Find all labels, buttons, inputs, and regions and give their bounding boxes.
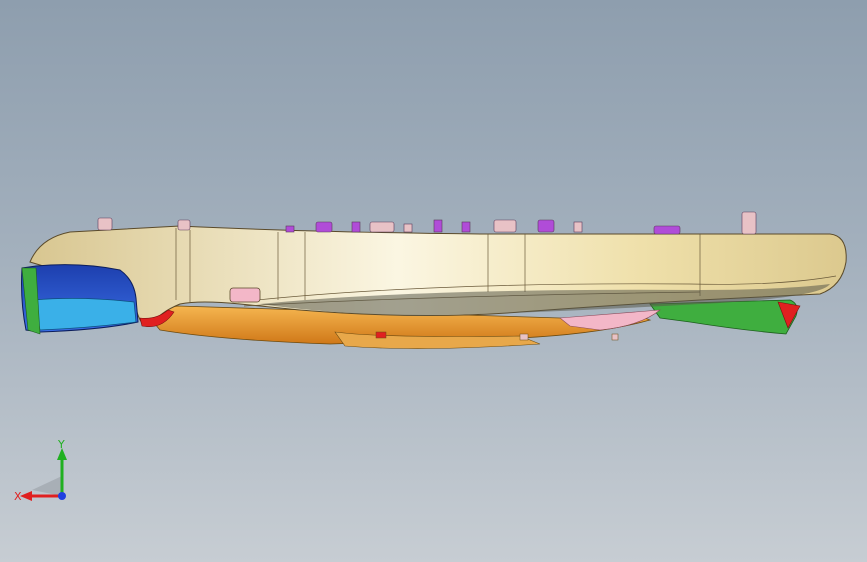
button-magenta-1[interactable] <box>285 225 295 233</box>
button-magenta-2[interactable] <box>315 221 333 233</box>
button-magenta-3[interactable] <box>351 221 361 233</box>
orientation-triad: Y X <box>14 440 67 503</box>
boss-4[interactable] <box>493 219 517 233</box>
button-magenta-7[interactable] <box>653 225 681 235</box>
cad-viewport[interactable]: Y X <box>0 0 867 562</box>
button-pink-2[interactable] <box>573 221 583 233</box>
z-axis-icon <box>58 492 66 500</box>
button-magenta-5[interactable] <box>461 221 471 233</box>
button-magenta-4[interactable] <box>433 219 443 233</box>
cad-model[interactable] <box>0 0 867 562</box>
button-pink-1[interactable] <box>403 223 413 233</box>
boss-3[interactable] <box>369 221 395 233</box>
x-axis-label: X <box>14 490 22 503</box>
boss-rear[interactable] <box>741 211 757 235</box>
x-arrow-icon <box>20 491 32 501</box>
y-axis-label: Y <box>57 440 65 451</box>
boss-front[interactable] <box>97 217 113 231</box>
side-slot <box>229 287 261 303</box>
triad-plane <box>32 476 62 496</box>
boss-2[interactable] <box>177 219 191 231</box>
button-magenta-6[interactable] <box>537 219 555 233</box>
